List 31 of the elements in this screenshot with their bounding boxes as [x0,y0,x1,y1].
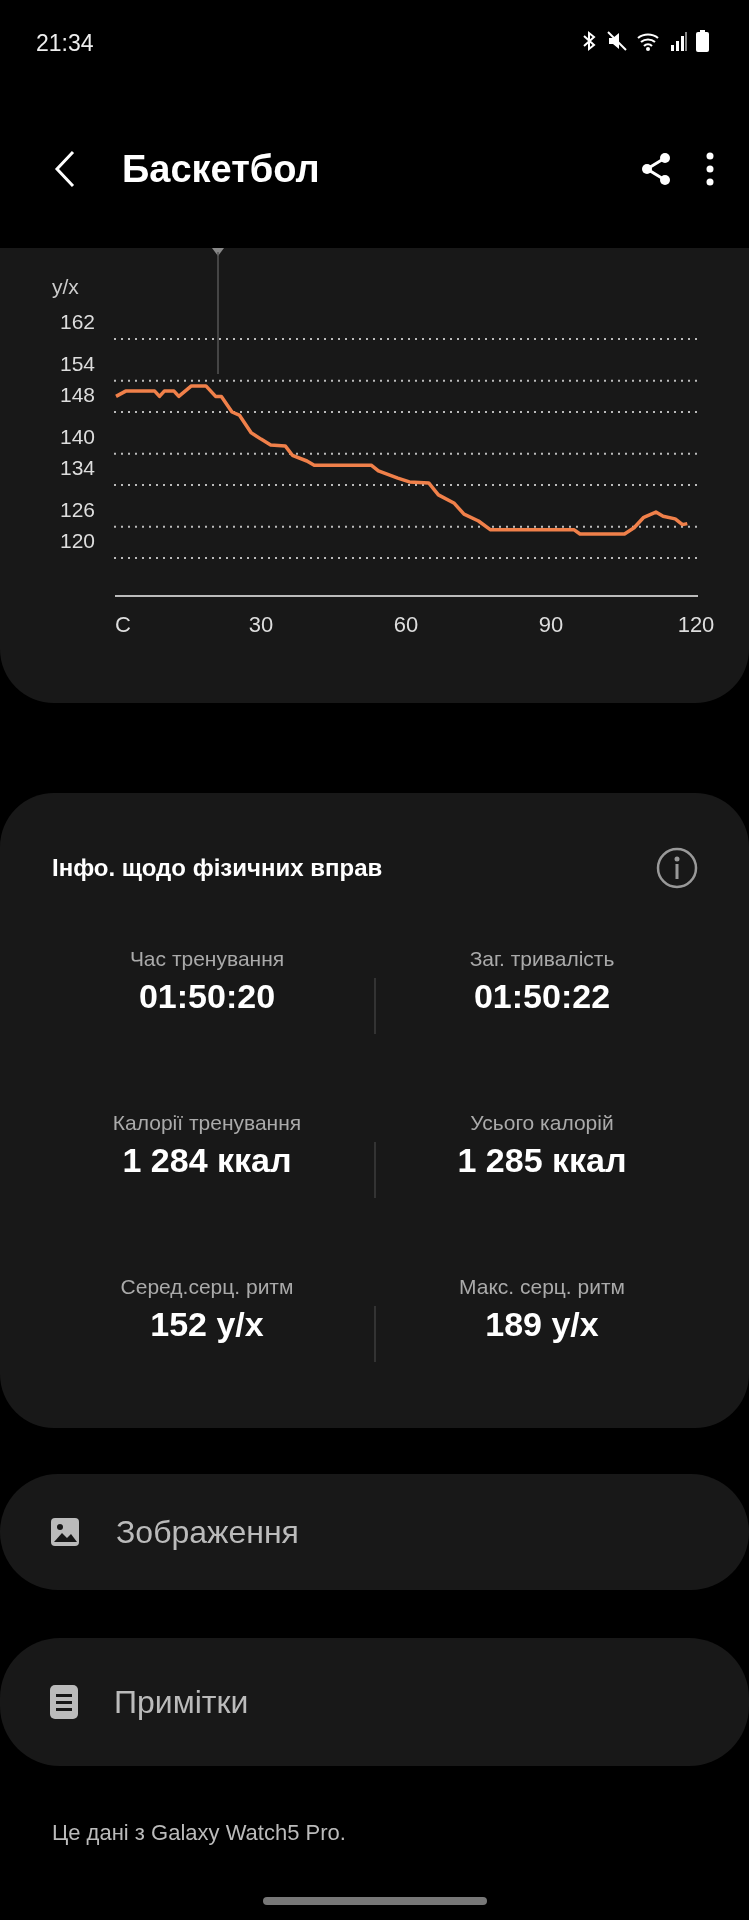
source-note: Це дані з Galaxy Watch5 Pro. [51,1819,347,1847]
status-time: 21:34 [36,29,94,58]
stat-value: 189 y/x [484,1303,600,1345]
stat-label: Серед.серц. ритм [119,1274,295,1300]
stat-label: Усього калорій [469,1110,615,1136]
stat-label: Калорії тренування [111,1110,303,1136]
y-tick-label: 140 [59,424,95,448]
x-tick-label: 120 [677,612,715,637]
stat-value: 01:50:20 [137,975,277,1017]
y-tick-label: 120 [59,529,95,552]
stat-value: 01:50:22 [472,975,612,1017]
stat-value: 1 285 ккал [456,1139,628,1181]
images-button[interactable]: Зображення [0,1474,749,1590]
y-tick-label: 154 [59,351,95,375]
y-tick-label: 126 [59,497,95,521]
card-title: Інфо. щодо фізичних вправ [52,853,383,883]
stat-label: Заг. тривалість [468,946,616,972]
x-tick-label: 30 [248,612,274,637]
x-tick-label: 60 [393,612,419,637]
y-tick-label: 148 [59,383,95,406]
stat-label: Макс. серц. ритм [458,1274,626,1300]
stat-label: Час тренування [128,946,286,972]
stat-value: 152 y/x [149,1303,265,1345]
x-tick-label: 90 [538,612,564,637]
stat-value: 1 284 ккал [121,1139,293,1181]
page-title: Баскетбол [122,146,321,192]
x-tick-label: С [115,612,131,637]
y-tick-label: 134 [59,456,95,479]
y-tick-label: 162 [59,310,95,333]
notes-button[interactable]: Примітки [0,1638,749,1766]
axis-unit: y/x [52,275,79,298]
